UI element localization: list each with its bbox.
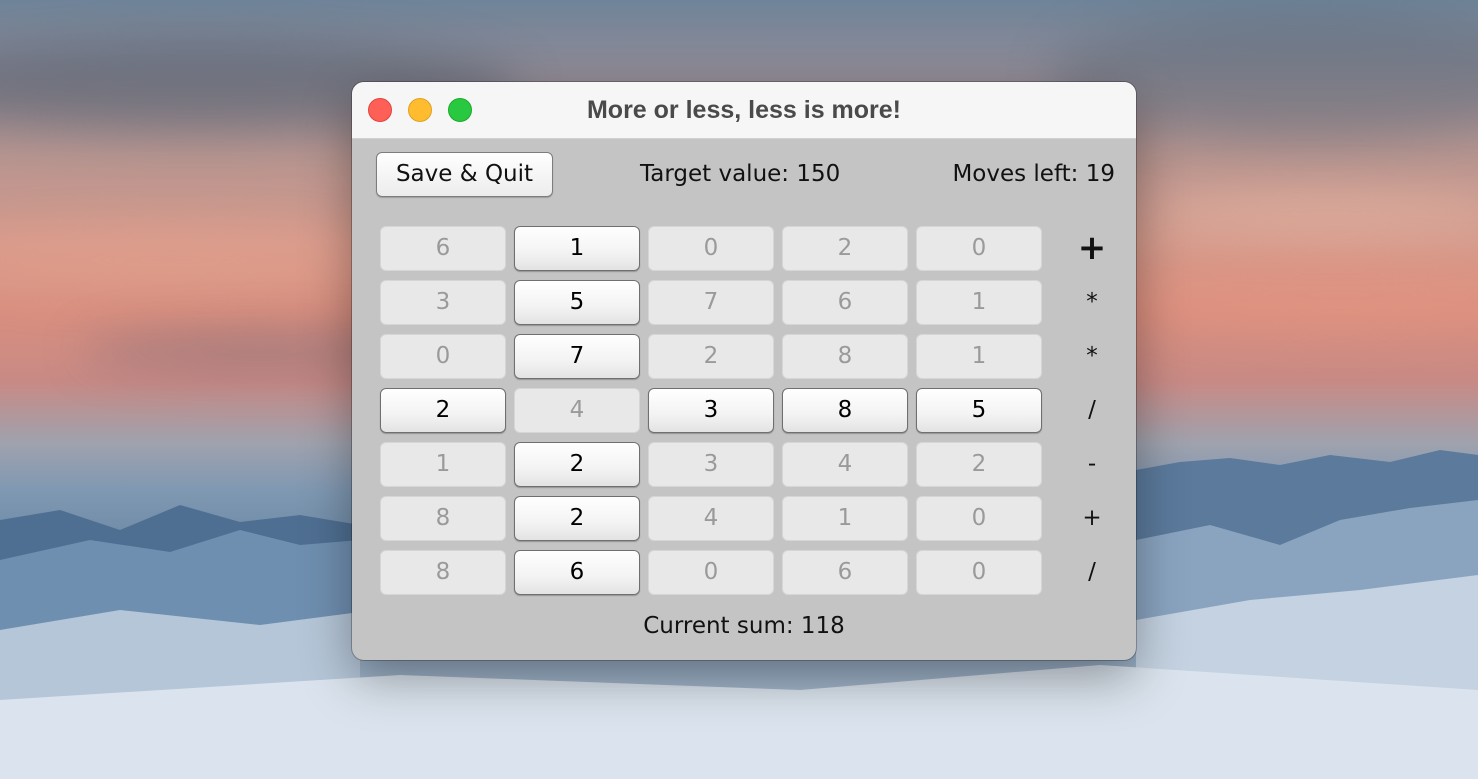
grid-cell-r1-c1: 6 bbox=[380, 226, 506, 271]
row-operator-2: * bbox=[1086, 289, 1098, 315]
grid-cell-r7-c1: 8 bbox=[380, 550, 506, 595]
grid-cell-r3-c2[interactable]: 7 bbox=[514, 334, 640, 379]
grid-cell-r2-c2[interactable]: 5 bbox=[514, 280, 640, 325]
grid-cell-r3-c5: 1 bbox=[916, 334, 1042, 379]
grid-cell-r6-c2[interactable]: 2 bbox=[514, 496, 640, 541]
grid-cell-r4-c2: 4 bbox=[514, 388, 640, 433]
grid-cell-r2-c1: 3 bbox=[380, 280, 506, 325]
current-sum-label: Current sum: 118 bbox=[643, 613, 845, 639]
moves-left-label: Moves left: 19 bbox=[952, 161, 1115, 187]
grid-cell-r6-c4: 1 bbox=[782, 496, 908, 541]
row-operator-3: * bbox=[1086, 343, 1098, 369]
grid-cell-r5-c2[interactable]: 2 bbox=[514, 442, 640, 487]
grid-cell-r6-c1: 8 bbox=[380, 496, 506, 541]
grid-cell-r1-c2[interactable]: 1 bbox=[514, 226, 640, 271]
grid-cell-r7-c2[interactable]: 6 bbox=[514, 550, 640, 595]
grid-cell-r4-c4[interactable]: 8 bbox=[782, 388, 908, 433]
window-title: More or less, less is more! bbox=[586, 96, 902, 124]
grid-cell-r7-c5: 0 bbox=[916, 550, 1042, 595]
grid-cell-r2-c3: 7 bbox=[648, 280, 774, 325]
game-window: More or less, less is more! Save & Quit … bbox=[352, 82, 1136, 660]
grid-cell-r7-c3: 0 bbox=[648, 550, 774, 595]
row-operator-4: / bbox=[1088, 397, 1096, 423]
grid-cell-r5-c5: 2 bbox=[916, 442, 1042, 487]
grid-cell-r6-c3: 4 bbox=[648, 496, 774, 541]
row-operator-6: + bbox=[1082, 505, 1102, 531]
grid-cell-r5-c3: 3 bbox=[648, 442, 774, 487]
grid-cell-r3-c1: 0 bbox=[380, 334, 506, 379]
grid-cell-r1-c4: 2 bbox=[782, 226, 908, 271]
grid-cell-r2-c5: 1 bbox=[916, 280, 1042, 325]
grid-cell-r5-c1: 1 bbox=[380, 442, 506, 487]
row-operator-5: - bbox=[1087, 451, 1097, 477]
grid-cell-r6-c5: 0 bbox=[916, 496, 1042, 541]
row-operator-1: + bbox=[1077, 228, 1107, 268]
grid-cell-r1-c3: 0 bbox=[648, 226, 774, 271]
grid-cell-r4-c5[interactable]: 5 bbox=[916, 388, 1042, 433]
title-bar: More or less, less is more! bbox=[352, 82, 1136, 139]
grid-cell-r7-c4: 6 bbox=[782, 550, 908, 595]
grid-cell-r4-c1[interactable]: 2 bbox=[380, 388, 506, 433]
game-panel: Save & Quit Target value: 150 Moves left… bbox=[352, 139, 1136, 660]
grid-cell-r3-c3: 2 bbox=[648, 334, 774, 379]
grid-cell-r2-c4: 6 bbox=[782, 280, 908, 325]
save-quit-button[interactable]: Save & Quit bbox=[376, 152, 553, 197]
row-operator-7: / bbox=[1088, 559, 1096, 585]
grid-cell-r1-c5: 0 bbox=[916, 226, 1042, 271]
grid-cell-r4-c3[interactable]: 3 bbox=[648, 388, 774, 433]
grid-cell-r5-c4: 4 bbox=[782, 442, 908, 487]
grid-cell-r3-c4: 8 bbox=[782, 334, 908, 379]
target-value-label: Target value: 150 bbox=[640, 161, 841, 187]
